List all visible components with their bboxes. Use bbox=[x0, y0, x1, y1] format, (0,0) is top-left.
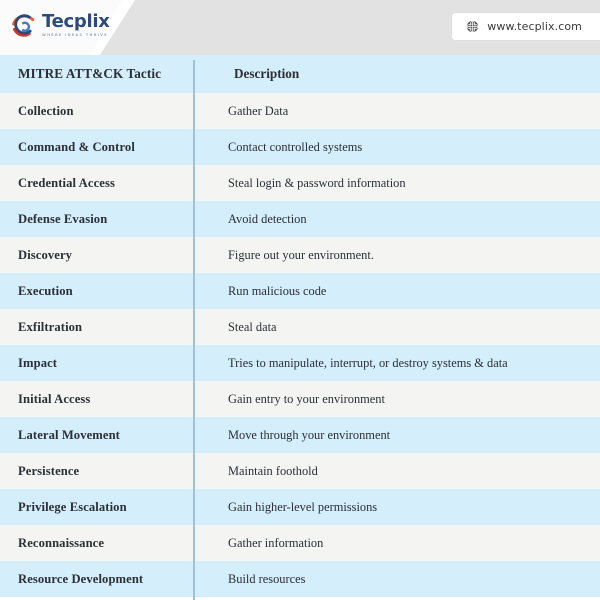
top-banner: Tecplix WHERE IDEAS THRIVE www.tecplix.c… bbox=[0, 0, 600, 55]
cell-tactic: Discovery bbox=[18, 247, 73, 262]
table-row: Command & Control Contact controlled syst… bbox=[0, 129, 600, 165]
cell-description: Steal data bbox=[228, 319, 277, 334]
cell-tactic: Command & Control bbox=[18, 139, 135, 154]
cell-tactic: Defense Evasion bbox=[18, 211, 108, 226]
table-row: Execution Run malicious code bbox=[0, 273, 600, 309]
cell-description: Steal login & password information bbox=[228, 175, 406, 190]
cell-tactic: Lateral Movement bbox=[18, 427, 120, 442]
logo-tagline: WHERE IDEAS THRIVE bbox=[42, 32, 108, 37]
table-row: Reconnaissance Gather information bbox=[0, 525, 600, 561]
table-row: Resource Development Build resources bbox=[0, 561, 600, 597]
table-row: Collection Gather Data bbox=[0, 93, 600, 129]
column-divider bbox=[193, 60, 195, 600]
website-url-badge[interactable]: www.tecplix.com bbox=[452, 13, 600, 40]
cell-tactic: Credential Access bbox=[18, 175, 115, 190]
header-cell-description: Description bbox=[234, 66, 300, 81]
cell-tactic: Reconnaissance bbox=[18, 535, 105, 550]
table-row: Impact Tries to manipulate, interrupt, or… bbox=[0, 345, 600, 381]
table-row: Persistence Maintain foothold bbox=[0, 453, 600, 489]
logo-wordmark: Tecplix bbox=[42, 10, 110, 32]
cell-description: Move through your environment bbox=[228, 427, 391, 442]
cell-tactic: Initial Access bbox=[18, 391, 91, 406]
table-row: Lateral Movement Move through your enviro… bbox=[0, 417, 600, 453]
table-row: Exfiltration Steal data bbox=[0, 309, 600, 345]
cell-description: Gather information bbox=[228, 535, 324, 550]
cell-description: Run malicious code bbox=[228, 283, 327, 298]
logo-text-block: Tecplix WHERE IDEAS THRIVE bbox=[42, 10, 110, 37]
table-row: Initial Access Gain entry to your environ… bbox=[0, 381, 600, 417]
cell-description: Tries to manipulate, interrupt, or destr… bbox=[228, 355, 508, 370]
cell-tactic: Impact bbox=[18, 355, 58, 370]
cell-description: Gather Data bbox=[228, 103, 289, 118]
cell-tactic: Execution bbox=[18, 283, 73, 298]
globe-icon bbox=[466, 20, 479, 33]
cell-description: Gain higher-level permissions bbox=[228, 499, 378, 514]
table-row: Privilege Escalation Gain higher-level pe… bbox=[0, 489, 600, 525]
tecplix-swirl-logo-icon bbox=[12, 14, 35, 37]
cell-tactic: Privilege Escalation bbox=[18, 499, 127, 514]
cell-tactic: Resource Development bbox=[18, 571, 144, 586]
table-row: Discovery Figure out your environment. bbox=[0, 237, 600, 273]
table-row: Defense Evasion Avoid detection bbox=[0, 201, 600, 237]
cell-description: Build resources bbox=[228, 571, 306, 586]
cell-description: Gain entry to your environment bbox=[228, 391, 385, 406]
brand-logo[interactable]: Tecplix WHERE IDEAS THRIVE bbox=[10, 11, 110, 39]
cell-description: Contact controlled systems bbox=[228, 139, 363, 154]
table-row: Credential Access Steal login & password … bbox=[0, 165, 600, 201]
cell-description: Maintain foothold bbox=[228, 463, 318, 478]
mitre-attack-tactics-table: MITRE ATT&CK Tactic Description Collecti… bbox=[0, 55, 600, 600]
cell-tactic: Exfiltration bbox=[18, 319, 83, 334]
table-header-row: MITRE ATT&CK Tactic Description bbox=[0, 55, 600, 93]
cell-description: Figure out your environment. bbox=[228, 247, 374, 262]
cell-tactic: Collection bbox=[18, 103, 74, 118]
header-cell-tactic: MITRE ATT&CK Tactic bbox=[18, 66, 162, 81]
website-url-text: www.tecplix.com bbox=[487, 20, 582, 33]
table-body: Collection Gather Data Command & Control Co… bbox=[0, 93, 600, 597]
cell-tactic: Persistence bbox=[18, 463, 80, 478]
cell-description: Avoid detection bbox=[228, 211, 307, 226]
